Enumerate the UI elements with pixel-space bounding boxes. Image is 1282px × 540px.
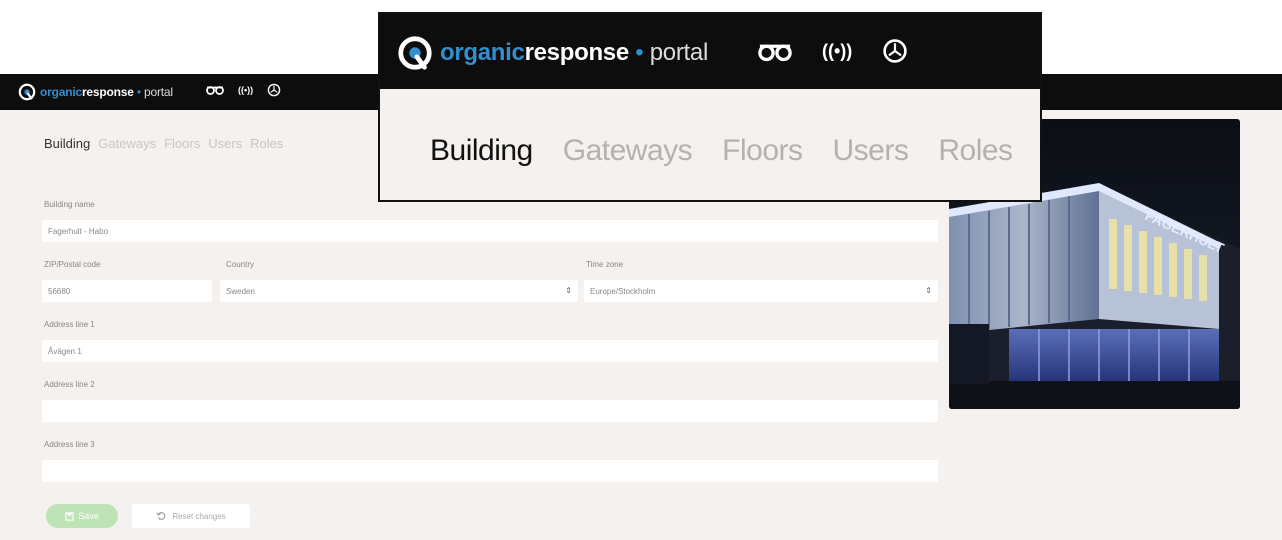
country-select[interactable]: Sweden ⇕ — [220, 280, 578, 302]
brand-organic: organic — [40, 85, 82, 99]
brand-response: response — [524, 39, 630, 66]
tab-bar: Building Gateways Floors Users Roles — [44, 136, 283, 151]
zip-label: ZIP/Postal code — [44, 260, 101, 269]
tab-roles[interactable]: Roles — [938, 134, 1013, 168]
zoom-brand-name: organicresponse • portal — [440, 39, 708, 67]
building-name-input[interactable]: Fagerhult - Habo — [42, 220, 938, 242]
zoom-callout: organicresponse • portal ((•)) Building … — [378, 12, 1042, 202]
logo-mark-icon — [18, 83, 36, 101]
address3-label: Address line 3 — [44, 440, 95, 449]
tab-users[interactable]: Users — [833, 134, 909, 168]
tab-floors[interactable]: Floors — [722, 134, 803, 168]
country-label: Country — [226, 260, 255, 269]
glasses-icon[interactable] — [758, 38, 792, 64]
timezone-select[interactable]: Europe/Stockholm ⇕ — [584, 280, 938, 302]
brand-response: response — [81, 85, 134, 99]
brand-organic: organic — [440, 39, 525, 66]
address1-label: Address line 1 — [44, 320, 95, 329]
broadcast-icon[interactable]: ((•)) — [238, 83, 253, 97]
tab-gateways[interactable]: Gateways — [98, 136, 156, 151]
brand-dot: • — [133, 85, 144, 99]
building-name-label: Building name — [44, 200, 95, 209]
save-button[interactable]: Save — [46, 504, 118, 528]
logo-mark-icon — [398, 36, 432, 70]
timezone-value: Europe/Stockholm — [590, 287, 656, 296]
tab-roles[interactable]: Roles — [250, 136, 283, 151]
broadcast-icon[interactable]: ((•)) — [822, 38, 852, 64]
zoom-top-icons: ((•)) — [758, 38, 908, 64]
zoom-tab-bar: Building Gateways Floors Users Roles — [430, 134, 1013, 168]
gauge-icon[interactable] — [267, 83, 281, 97]
address2-label: Address line 2 — [44, 380, 95, 389]
save-icon — [65, 511, 74, 521]
tab-building[interactable]: Building — [44, 136, 90, 151]
tab-floors[interactable]: Floors — [164, 136, 200, 151]
zoom-top-bar: organicresponse • portal ((•)) — [380, 14, 1040, 89]
address2-input[interactable] — [42, 400, 938, 422]
save-label: Save — [78, 511, 99, 521]
select-arrow-icon: ⇕ — [565, 286, 572, 295]
address1-input[interactable]: Åvägen 1 — [42, 340, 938, 362]
timezone-label: Time zone — [586, 260, 624, 269]
brand-name: organicresponse • portal — [40, 85, 173, 99]
country-value: Sweden — [226, 287, 255, 296]
address3-input[interactable] — [42, 460, 938, 482]
top-icons: ((•)) — [206, 83, 281, 97]
zoom-logo[interactable]: organicresponse • portal — [396, 34, 708, 72]
undo-icon — [156, 512, 166, 520]
tab-users[interactable]: Users — [208, 136, 242, 151]
brand-dot: • — [628, 39, 650, 66]
logo[interactable]: organicresponse • portal — [18, 82, 173, 102]
tab-building[interactable]: Building — [430, 134, 533, 168]
brand-portal: portal — [144, 85, 173, 99]
reset-label: Reset changes — [172, 511, 226, 521]
glasses-icon[interactable] — [206, 83, 224, 97]
select-arrow-icon: ⇕ — [925, 286, 932, 295]
brand-portal: portal — [649, 39, 709, 66]
tab-gateways[interactable]: Gateways — [563, 134, 693, 168]
gauge-icon[interactable] — [882, 38, 908, 64]
zip-input[interactable]: 56680 — [42, 280, 212, 302]
reset-changes-button[interactable]: Reset changes — [132, 504, 250, 528]
